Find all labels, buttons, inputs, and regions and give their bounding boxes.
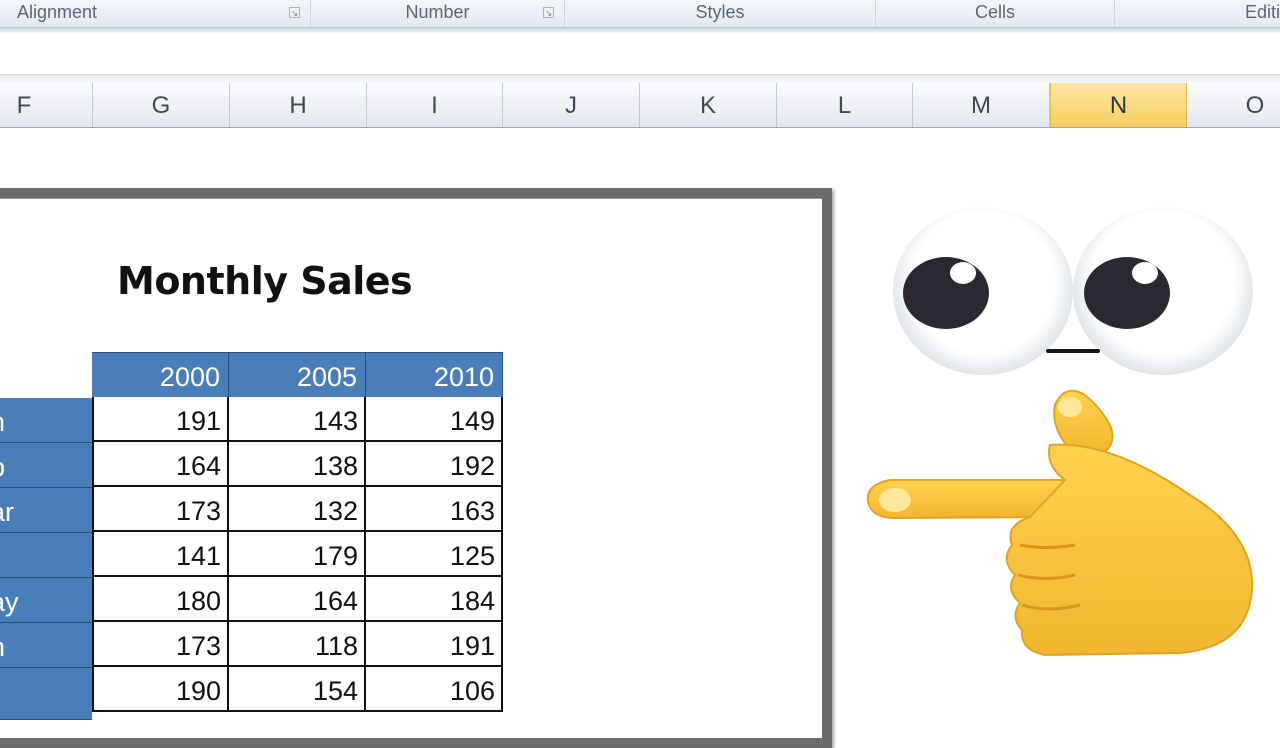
column-header-n[interactable]: N	[1050, 83, 1187, 127]
ribbon-group-labels: Alignment Number Styles Cells Editi ↘ ↘	[0, 0, 1280, 28]
right-pupil	[1084, 257, 1170, 329]
alignment-dialog-launcher-icon[interactable]: ↘	[289, 7, 300, 18]
ribbon-group-styles: Styles	[565, 0, 876, 27]
table-cell[interactable]: 173	[92, 622, 229, 667]
table-cell[interactable]: 163	[366, 487, 503, 532]
column-header-f[interactable]: F	[0, 83, 93, 127]
row-label[interactable]: n	[0, 623, 92, 668]
column-header-g[interactable]: G	[93, 83, 230, 127]
table-cell[interactable]: 173	[92, 487, 229, 532]
table-cell[interactable]: 164	[229, 577, 366, 622]
table-cell[interactable]: 141	[92, 532, 229, 577]
ribbon-group-editing: Editi	[1244, 2, 1280, 22]
row-label[interactable]	[0, 668, 92, 720]
table-cell[interactable]: 192	[366, 442, 503, 487]
table-cell[interactable]: 138	[229, 442, 366, 487]
table-cell[interactable]: 191	[92, 397, 229, 442]
table-cell[interactable]: 143	[229, 397, 366, 442]
row-label[interactable]: ay	[0, 578, 92, 623]
table-cell[interactable]: 190	[92, 667, 229, 712]
row-label[interactable]: n	[0, 398, 92, 443]
column-header-l[interactable]: L	[777, 83, 913, 127]
table-cell[interactable]: 179	[229, 532, 366, 577]
mouth	[1046, 349, 1100, 353]
column-header-k[interactable]: K	[640, 83, 777, 127]
formula-bar-separator	[0, 75, 1280, 83]
column-header-h[interactable]: H	[230, 83, 367, 127]
row-label[interactable]: b	[0, 443, 92, 488]
table-cell[interactable]: 118	[229, 622, 366, 667]
table-cell[interactable]: 164	[92, 442, 229, 487]
number-dialog-launcher-icon[interactable]: ↘	[543, 7, 554, 18]
year-header-2010[interactable]: 2010	[366, 352, 503, 397]
table-cell[interactable]: 132	[229, 487, 366, 532]
column-header-o[interactable]: O	[1187, 83, 1280, 127]
right-glint	[1132, 262, 1158, 284]
formula-bar[interactable]	[0, 34, 1280, 75]
year-header-2000[interactable]: 2000	[92, 352, 229, 397]
sheet-title: Monthly Sales	[117, 259, 413, 303]
year-header-2005[interactable]: 2005	[229, 352, 366, 397]
table-cell[interactable]: 106	[366, 667, 503, 712]
table-cell[interactable]: 184	[366, 577, 503, 622]
table-cell[interactable]: 191	[366, 622, 503, 667]
table-cell[interactable]: 154	[229, 667, 366, 712]
pointing-hand-icon	[866, 389, 1254, 657]
column-header-i[interactable]: I	[367, 83, 503, 127]
column-header-m[interactable]: M	[913, 83, 1050, 127]
ribbon-group-number: Number	[311, 0, 565, 27]
left-glint	[950, 262, 976, 284]
table-cell[interactable]: 149	[366, 397, 503, 442]
table-cell[interactable]: 180	[92, 577, 229, 622]
table-cell[interactable]: 125	[366, 532, 503, 577]
column-header-j[interactable]: J	[503, 83, 640, 127]
row-label[interactable]: ar	[0, 488, 92, 533]
row-label[interactable]: r	[0, 533, 92, 578]
ribbon-group-cells: Cells	[876, 0, 1115, 27]
left-pupil	[903, 257, 989, 329]
ribbon-group-alignment: Alignment	[0, 0, 311, 27]
column-headers: F G H I J K L M N O	[0, 83, 1280, 128]
